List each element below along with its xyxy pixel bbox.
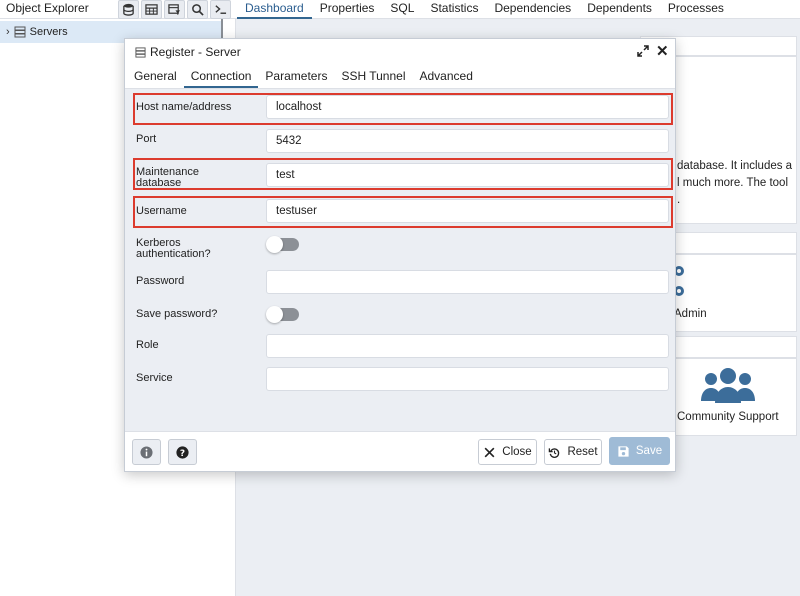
chevron-right-icon[interactable]: › <box>6 26 10 38</box>
welcome-text-line3: . <box>677 194 681 206</box>
toolbar <box>118 0 231 19</box>
service-label: Service <box>136 372 173 384</box>
port-input[interactable]: 5432 <box>266 129 669 153</box>
toggle-knob <box>266 306 283 323</box>
main-tabs: Dashboard Properties SQL Statistics Depe… <box>237 0 732 19</box>
tab-dependencies[interactable]: Dependencies <box>486 0 579 19</box>
tab-dashboard[interactable]: Dashboard <box>237 0 312 19</box>
database-tool-button[interactable] <box>118 0 139 19</box>
users-icon <box>701 368 755 403</box>
close-button-label: Close <box>502 446 532 458</box>
save-button[interactable]: Save <box>609 437 670 465</box>
community-support-link[interactable]: Community Support <box>677 409 779 426</box>
expand-icon[interactable] <box>637 45 649 57</box>
maintenance-highlight <box>133 158 673 190</box>
welcome-text-line2: l much more. The tool <box>677 177 789 189</box>
svg-text:?: ? <box>180 448 185 458</box>
welcome-text-line1: database. It includes a <box>677 160 793 172</box>
dialog-title: Register - Server <box>150 45 241 59</box>
toggle-knob <box>266 236 283 253</box>
reset-button[interactable]: Reset <box>544 439 602 465</box>
tab-statistics[interactable]: Statistics <box>422 0 486 19</box>
tab-parameters[interactable]: Parameters <box>258 65 334 88</box>
terminal-icon <box>215 5 227 14</box>
kerberos-label-line2: authentication? <box>136 248 211 260</box>
register-server-dialog: Register - Server ✕ General Connection P… <box>124 38 676 472</box>
filter-icon <box>168 4 181 16</box>
tab-advanced[interactable]: Advanced <box>413 65 480 88</box>
service-input[interactable] <box>266 367 669 391</box>
server-icon <box>135 46 146 58</box>
admin-link[interactable]: Admin <box>674 306 707 323</box>
kerberos-toggle[interactable] <box>266 236 299 253</box>
top-bar: Object Explorer Dashboard Properties SQL… <box>0 0 800 19</box>
dialog-footer: ? Close Reset Save <box>125 431 675 471</box>
object-explorer-title: Object Explorer <box>6 1 89 15</box>
close-button[interactable]: Close <box>478 439 537 465</box>
port-label: Port <box>136 133 157 145</box>
save-icon <box>618 445 629 457</box>
terminal-tool-button[interactable] <box>210 0 231 19</box>
server-group-icon <box>14 26 26 38</box>
tab-processes[interactable]: Processes <box>660 0 732 19</box>
tree-item-label: Servers <box>29 26 68 38</box>
tab-properties[interactable]: Properties <box>312 0 383 19</box>
search-icon <box>192 4 204 16</box>
role-input[interactable] <box>266 334 669 358</box>
password-label: Password <box>136 275 185 287</box>
close-x-icon <box>484 447 495 457</box>
database-icon <box>123 3 134 16</box>
filter-tool-button[interactable] <box>164 0 185 19</box>
table-tool-button[interactable] <box>141 0 162 19</box>
reset-icon <box>549 447 560 458</box>
help-button[interactable]: ? <box>168 439 197 465</box>
tab-ssh-tunnel[interactable]: SSH Tunnel <box>334 65 412 88</box>
host-highlight <box>133 93 673 125</box>
save-password-label: Save password? <box>136 308 218 320</box>
save-button-label: Save <box>635 445 663 457</box>
search-tool-button[interactable] <box>187 0 208 19</box>
table-icon <box>145 4 158 15</box>
tab-sql[interactable]: SQL <box>382 0 422 19</box>
tab-general[interactable]: General <box>127 65 184 88</box>
save-password-toggle[interactable] <box>266 306 299 323</box>
reset-button-label: Reset <box>567 446 598 458</box>
help-icon: ? <box>176 445 189 458</box>
info-button[interactable] <box>132 439 161 465</box>
username-highlight <box>133 196 673 228</box>
info-icon <box>140 445 153 459</box>
dialog-tabs: General Connection Parameters SSH Tunnel… <box>125 65 675 89</box>
password-input[interactable] <box>266 270 669 294</box>
close-icon[interactable]: ✕ <box>656 42 669 60</box>
dialog-header[interactable]: Register - Server ✕ <box>125 39 675 65</box>
tab-connection[interactable]: Connection <box>183 65 259 88</box>
role-label: Role <box>136 339 159 351</box>
tab-dependents[interactable]: Dependents <box>579 0 660 19</box>
